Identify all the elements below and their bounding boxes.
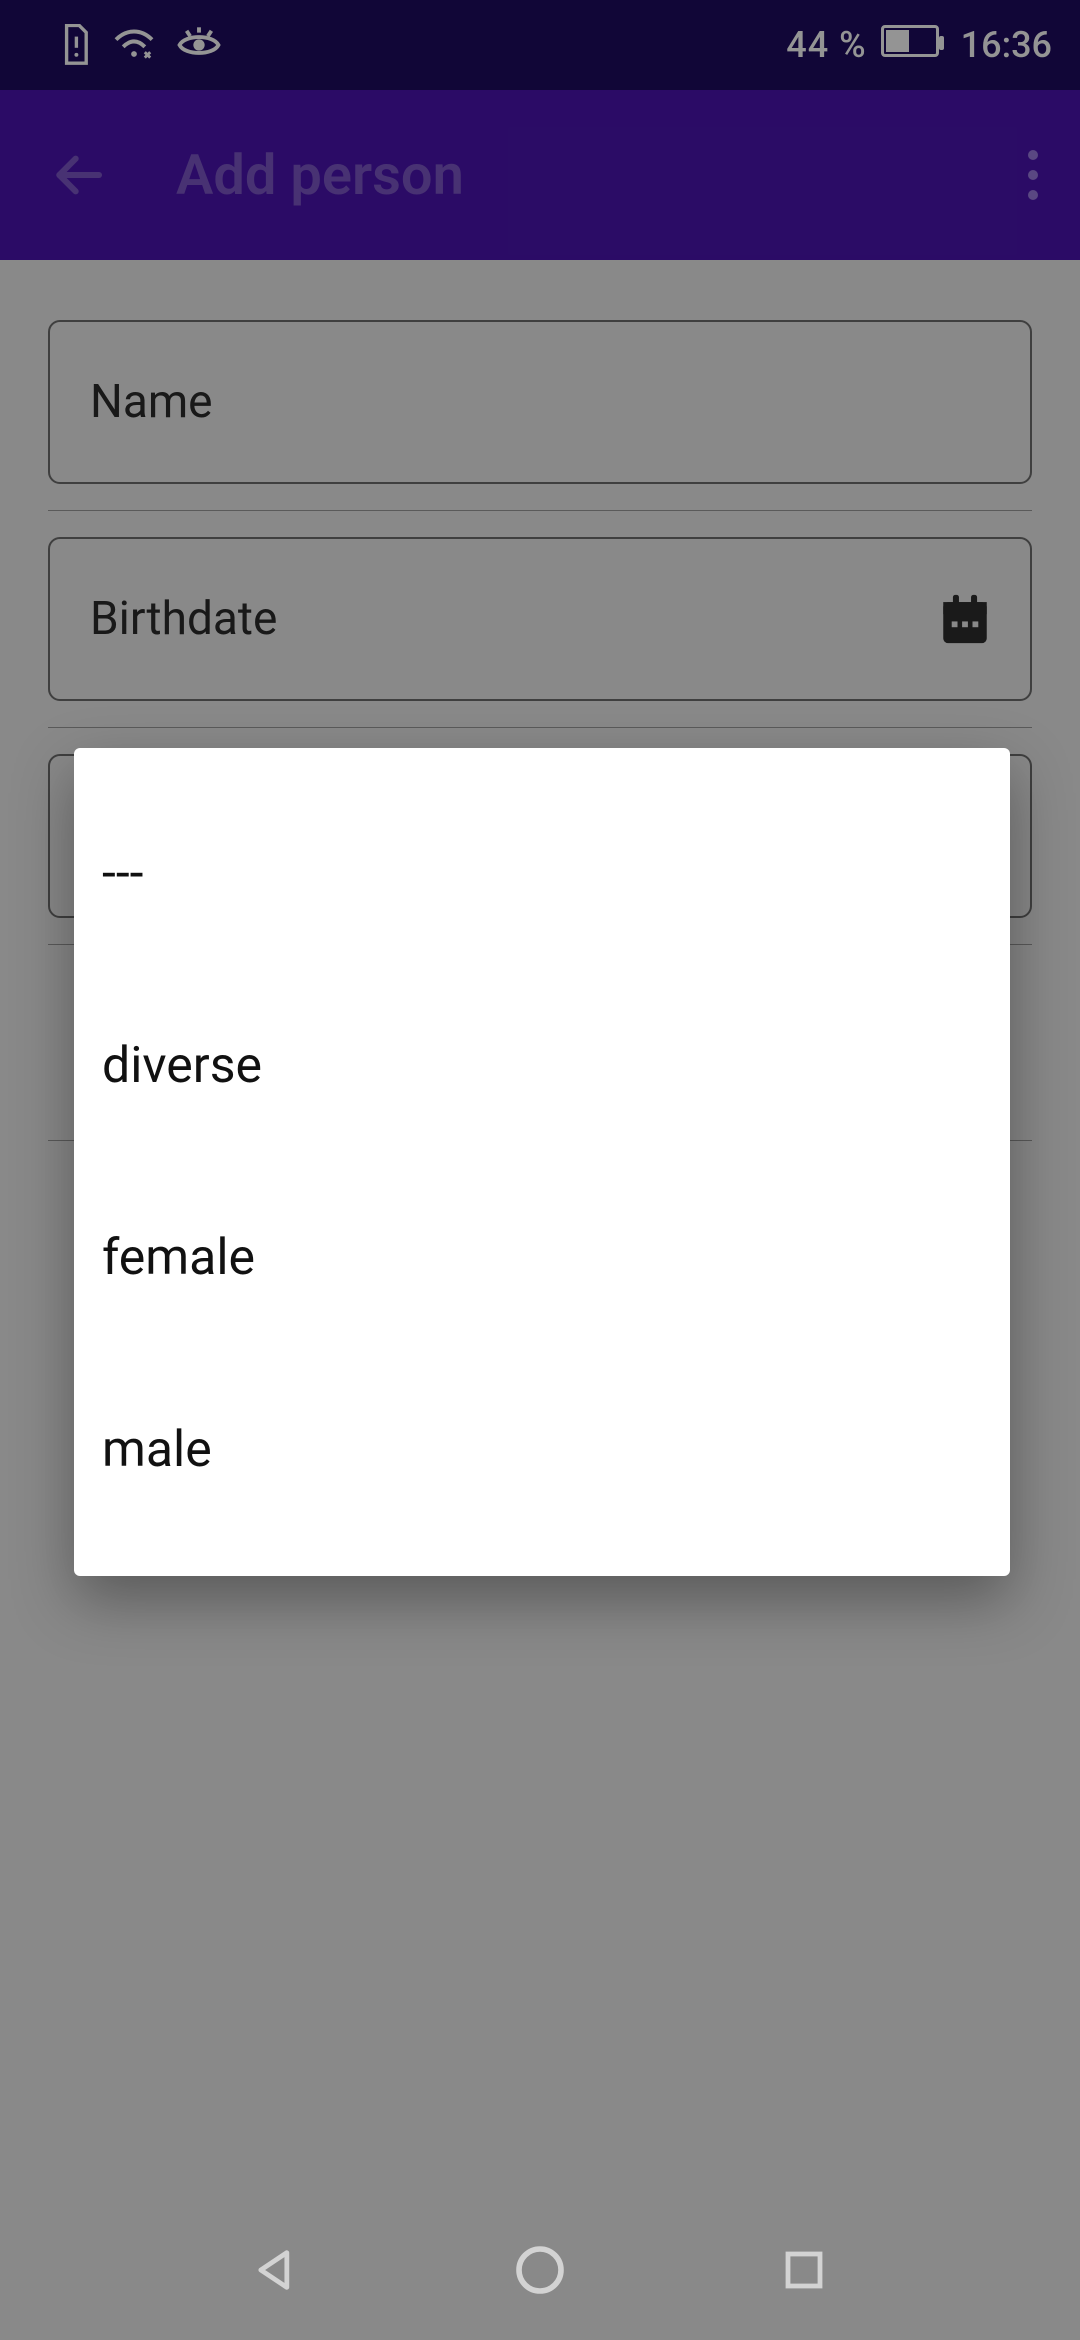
gender-option-female[interactable]: female	[74, 1162, 1010, 1354]
nav-recent-button[interactable]	[772, 2238, 836, 2302]
gender-option-diverse[interactable]: diverse	[74, 970, 1010, 1162]
gender-option-none[interactable]: ---	[74, 778, 1010, 970]
nav-home-button[interactable]	[508, 2238, 572, 2302]
system-nav-bar	[0, 2200, 1080, 2340]
gender-dropdown: --- diverse female male	[74, 748, 1010, 1576]
gender-option-male[interactable]: male	[74, 1354, 1010, 1546]
nav-back-button[interactable]	[244, 2238, 308, 2302]
